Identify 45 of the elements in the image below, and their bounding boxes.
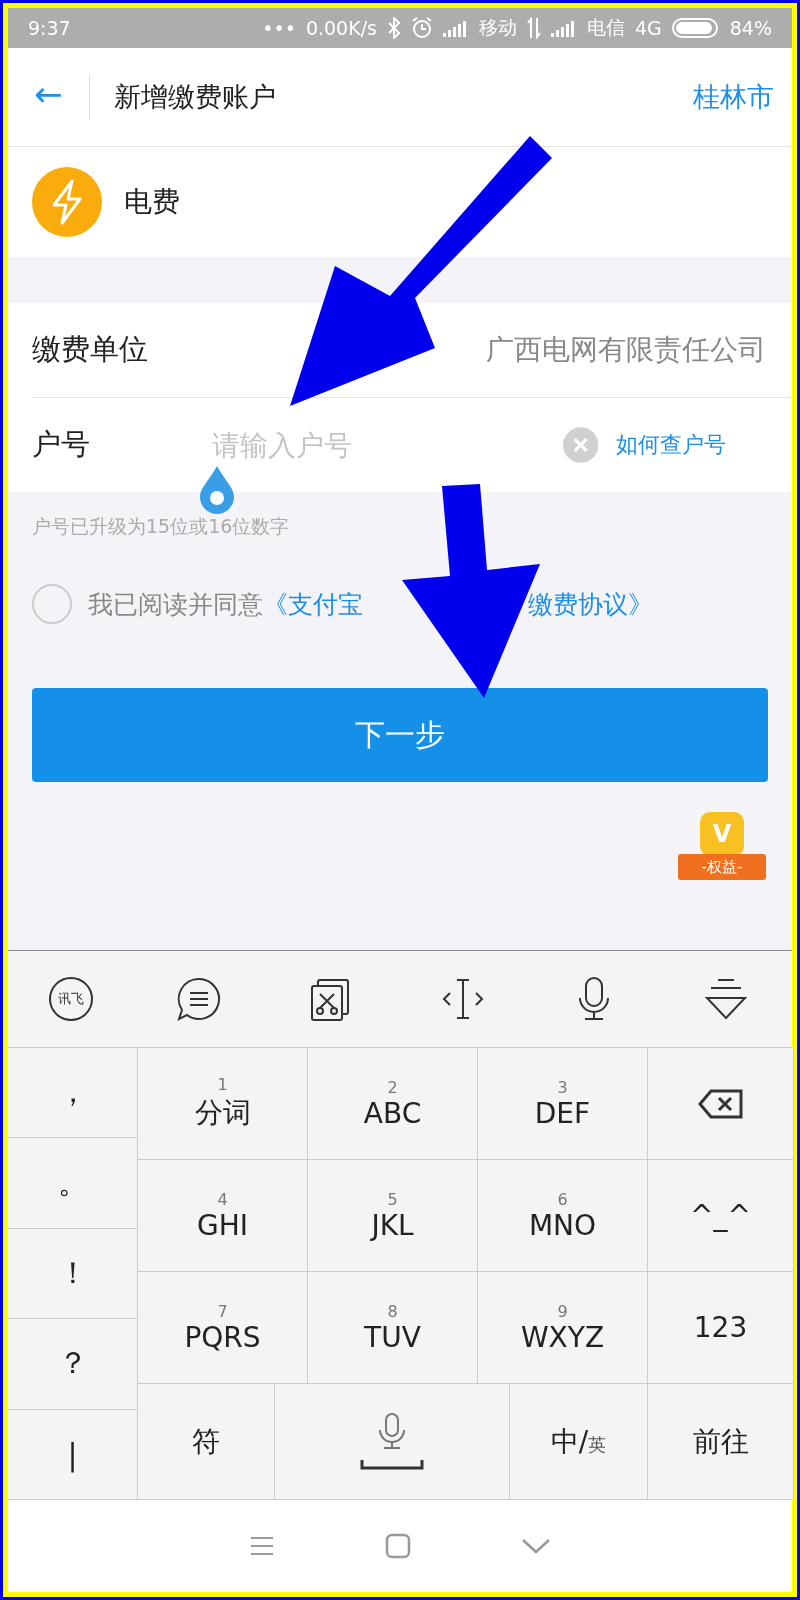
keyboard-key[interactable]: 前往: [648, 1384, 794, 1500]
field-label: 户号: [32, 426, 91, 463]
carrier-name: 电信: [586, 15, 625, 40]
keyboard-key[interactable]: ^_^: [648, 1160, 794, 1272]
battery-icon: [671, 17, 720, 39]
keyboard-key[interactable]: 8 TUV: [308, 1272, 478, 1384]
keyboard-key[interactable]: 4 GHI: [138, 1160, 308, 1272]
cursor-handle-icon[interactable]: [198, 466, 236, 514]
keyboard-key[interactable]: 5 JKL: [308, 1160, 478, 1272]
keyboard-key[interactable]: 7 PQRS: [138, 1272, 308, 1384]
hint-text: 户号已升级为15位或16位数字: [31, 514, 291, 539]
space-key[interactable]: [275, 1384, 510, 1500]
carrier-name: 移动: [478, 15, 517, 40]
network-type: 4G: [634, 17, 662, 39]
keyboard-key[interactable]: 123: [648, 1272, 794, 1384]
field-label: 缴费单位: [32, 331, 149, 368]
menu-icon[interactable]: [249, 1535, 275, 1557]
field-value: 广西电网有限责任公司: [486, 332, 766, 368]
page-title: 新增缴费账户: [113, 80, 277, 114]
network-speed: 0.00K/s: [305, 17, 377, 39]
backspace-key[interactable]: [648, 1048, 794, 1160]
agreement-checkbox[interactable]: [32, 584, 72, 624]
chevron-down-icon[interactable]: [521, 1537, 551, 1555]
data-arrows-icon: [526, 17, 541, 39]
backspace-icon: [696, 1087, 745, 1120]
signal-icon: [442, 19, 469, 37]
keyboard-key[interactable]: 3 DEF: [478, 1048, 648, 1160]
signal-icon: [550, 19, 577, 37]
battery-percent: 84%: [729, 17, 772, 39]
clock: 9:37: [28, 17, 71, 39]
more-dots: •••: [262, 17, 296, 39]
clear-icon[interactable]: [562, 427, 598, 463]
keyboard-key[interactable]: 9 WXYZ: [478, 1272, 648, 1384]
keyboard-key[interactable]: 6 MNO: [478, 1160, 648, 1272]
bluetooth-icon: [386, 17, 401, 39]
lightning-icon: [32, 167, 102, 237]
ime-logo[interactable]: 讯飞: [48, 977, 93, 1021]
alarm-icon: [410, 17, 433, 39]
home-icon[interactable]: [385, 1533, 411, 1559]
keyboard-key[interactable]: 符: [138, 1384, 275, 1500]
agreement-text: 我已阅读并同意: [88, 588, 263, 621]
language-key[interactable]: 中/英: [510, 1384, 648, 1500]
service-name: 电费: [124, 184, 180, 220]
keyboard-key[interactable]: 1 分词: [138, 1048, 308, 1160]
keyboard-key[interactable]: 2 ABC: [308, 1048, 478, 1160]
